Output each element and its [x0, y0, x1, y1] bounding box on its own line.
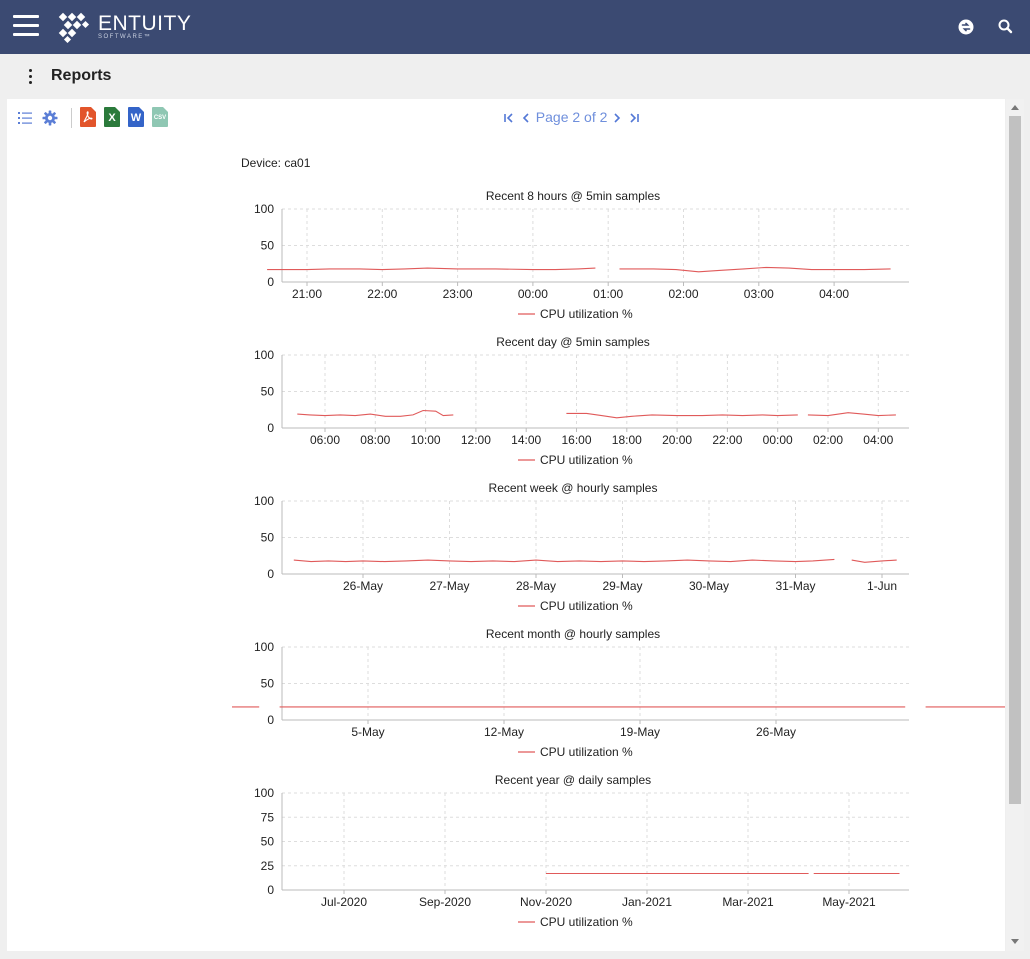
- y-tick-label: 50: [261, 677, 275, 691]
- chart-title: Recent 8 hours @ 5min samples: [486, 189, 660, 203]
- y-tick-label: 0: [267, 713, 274, 727]
- series-line: [619, 266, 891, 273]
- x-tick-label: Jul-2020: [321, 895, 367, 909]
- chart-title: Recent day @ 5min samples: [496, 335, 650, 349]
- x-tick-label: 14:00: [511, 433, 541, 447]
- x-tick-label: 03:00: [744, 287, 774, 301]
- vertical-scrollbar[interactable]: [1006, 99, 1024, 951]
- report-panel: X W CSV Page 2 of 2 Device: ca01 Recent …: [7, 99, 1005, 951]
- series-line: [267, 267, 596, 271]
- chart-title: Recent year @ daily samples: [495, 773, 651, 787]
- x-tick-label: 16:00: [561, 433, 591, 447]
- series-line: [293, 558, 835, 563]
- chart-0: Recent 8 hours @ 5min samples 0 50 100 21:00…: [254, 189, 909, 321]
- x-tick-label: 22:00: [712, 433, 742, 447]
- y-tick-label: 100: [254, 494, 274, 508]
- user-switch-icon[interactable]: [956, 17, 976, 37]
- y-tick-label: 100: [254, 348, 274, 362]
- y-tick-label: 50: [261, 835, 275, 849]
- page-title: Reports: [51, 67, 112, 84]
- series-line: [566, 412, 798, 419]
- y-tick-label: 0: [267, 275, 274, 289]
- brand-subtitle: SOFTWARE™: [98, 34, 152, 40]
- scroll-up-icon[interactable]: [1011, 105, 1019, 110]
- x-tick-label: 08:00: [360, 433, 390, 447]
- x-tick-label: May-2021: [822, 895, 876, 909]
- chart-4: Recent year @ daily samples 0 25 50 75 100 Jul…: [254, 773, 909, 929]
- x-tick-label: 00:00: [763, 433, 793, 447]
- y-tick-label: 50: [261, 239, 275, 253]
- more-options-icon[interactable]: [24, 67, 36, 85]
- legend-label: CPU utilization %: [540, 599, 633, 613]
- y-tick-label: 100: [254, 202, 274, 216]
- x-tick-label: 12-May: [484, 725, 524, 739]
- charts-area: Recent 8 hours @ 5min samples 0 50 100 21:00…: [232, 189, 1005, 929]
- legend-label: CPU utilization %: [540, 745, 633, 759]
- top-header-bar: ENTUITY SOFTWARE™: [0, 0, 1030, 54]
- x-tick-label: 22:00: [367, 287, 397, 301]
- x-tick-label: 29-May: [602, 579, 642, 593]
- x-tick-label: 21:00: [292, 287, 322, 301]
- chart-3: Recent month @ hourly samples 0 50 100 5-May…: [232, 627, 1005, 759]
- x-tick-label: 23:00: [443, 287, 473, 301]
- legend-label: CPU utilization %: [540, 453, 633, 467]
- x-tick-label: 1-Jun: [867, 579, 897, 593]
- scroll-down-icon[interactable]: [1011, 939, 1019, 944]
- x-tick-label: 27-May: [429, 579, 469, 593]
- logo-mark-icon: [58, 12, 90, 44]
- x-tick-label: Jan-2021: [622, 895, 672, 909]
- y-tick-label: 50: [261, 531, 275, 545]
- x-tick-label: Sep-2020: [419, 895, 471, 909]
- legend-label: CPU utilization %: [540, 307, 633, 321]
- y-tick-label: 0: [267, 567, 274, 581]
- x-tick-label: 26-May: [756, 725, 796, 739]
- x-tick-label: 12:00: [461, 433, 491, 447]
- x-tick-label: Nov-2020: [520, 895, 572, 909]
- x-tick-label: 06:00: [310, 433, 340, 447]
- y-tick-label: 75: [261, 810, 275, 824]
- x-tick-label: 04:00: [863, 433, 893, 447]
- chart-1: Recent day @ 5min samples 0 50 100 06:00 08:0…: [254, 335, 909, 467]
- entuity-logo[interactable]: ENTUITY SOFTWARE™: [56, 11, 191, 48]
- x-tick-label: 02:00: [668, 287, 698, 301]
- x-tick-label: 31-May: [775, 579, 815, 593]
- chart-title: Recent month @ hourly samples: [486, 627, 660, 641]
- chart-title: Recent week @ hourly samples: [489, 481, 658, 495]
- series-line: [807, 412, 896, 417]
- x-tick-label: 30-May: [689, 579, 729, 593]
- scroll-thumb[interactable]: [1009, 116, 1021, 804]
- x-tick-label: 20:00: [662, 433, 692, 447]
- chart-2: Recent week @ hourly samples 0 50 100 26-May…: [254, 481, 909, 613]
- x-tick-label: 01:00: [593, 287, 623, 301]
- y-tick-label: 100: [254, 786, 274, 800]
- x-tick-label: 28-May: [516, 579, 556, 593]
- x-tick-label: 04:00: [819, 287, 849, 301]
- y-tick-label: 0: [267, 883, 274, 897]
- x-tick-label: 00:00: [518, 287, 548, 301]
- y-tick-label: 0: [267, 421, 274, 435]
- y-tick-label: 25: [261, 859, 275, 873]
- series-line: [851, 559, 897, 563]
- y-tick-label: 50: [261, 385, 275, 399]
- x-tick-label: 02:00: [813, 433, 843, 447]
- page-header: Reports: [0, 54, 1030, 99]
- x-tick-label: Mar-2021: [722, 895, 774, 909]
- x-tick-label: 19-May: [620, 725, 660, 739]
- brand-name: ENTUITY: [98, 12, 192, 35]
- legend-label: CPU utilization %: [540, 915, 633, 929]
- search-icon[interactable]: [996, 17, 1016, 37]
- x-tick-label: 10:00: [411, 433, 441, 447]
- menu-icon[interactable]: [13, 15, 39, 37]
- x-tick-label: 5-May: [351, 725, 384, 739]
- y-tick-label: 100: [254, 640, 274, 654]
- x-tick-label: 26-May: [343, 579, 383, 593]
- x-tick-label: 18:00: [612, 433, 642, 447]
